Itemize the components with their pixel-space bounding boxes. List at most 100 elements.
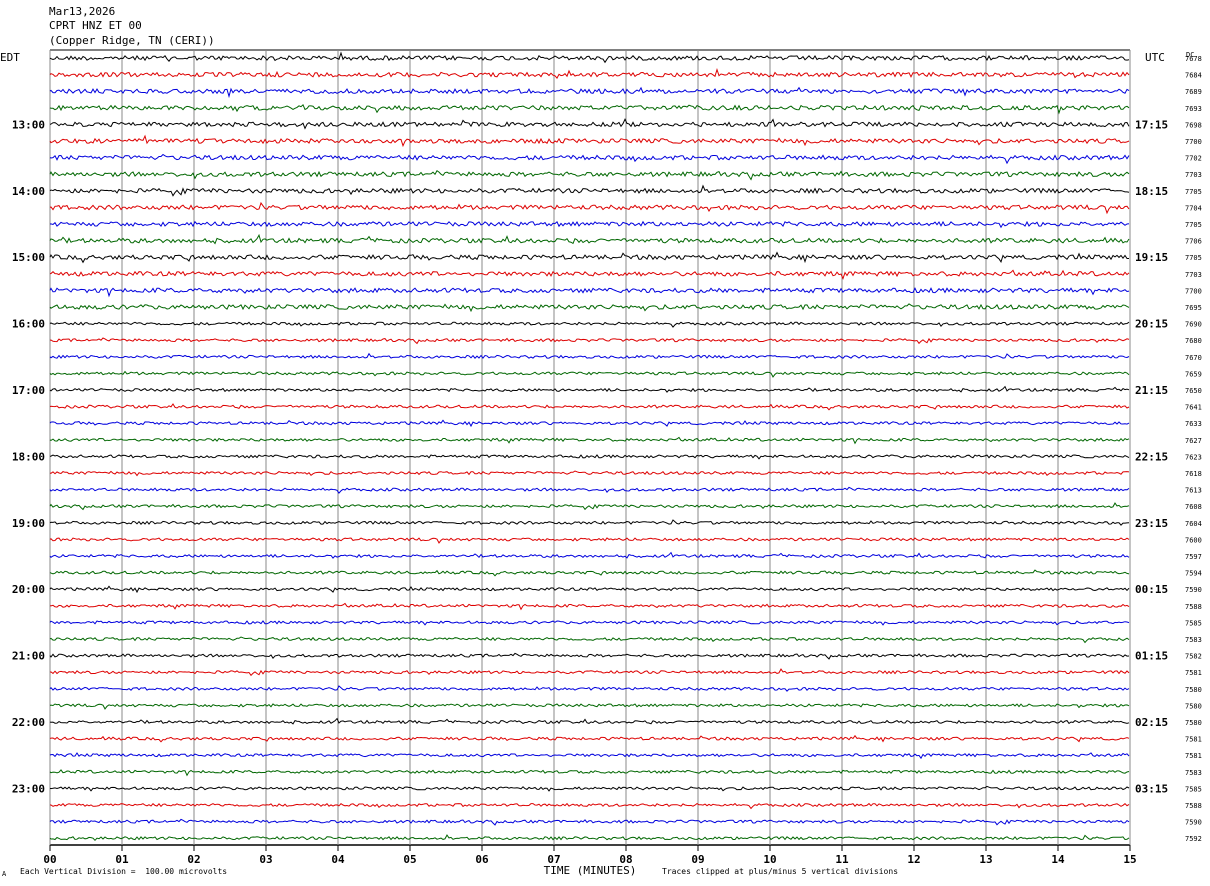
trace-line [49,551,1130,559]
trace-line [49,134,1130,148]
dc-offset-label: 7590 [1185,586,1202,594]
dc-offset-label: 7704 [1185,204,1202,212]
trace-line [49,703,1130,710]
trace-line [49,51,1130,64]
dc-offset-label: 7581 [1185,669,1202,677]
dc-offset-label: 7706 [1185,238,1202,246]
dc-offset-label: 7585 [1185,785,1202,793]
dc-offset-label: 7588 [1185,603,1202,611]
trace-line [49,303,1130,313]
trace-line [49,436,1130,445]
trace-line [49,233,1130,245]
x-tick-label: 11 [835,853,849,866]
trace-line [49,818,1130,826]
dc-offset-label: 7680 [1185,337,1202,345]
x-axis-title: TIME (MINUTES) [544,864,637,877]
edt-hour-label: 15:00 [12,251,45,264]
dc-offset-label: 7588 [1185,802,1202,810]
trace-line [49,685,1130,692]
trace-line [49,118,1130,130]
trace-line [49,734,1130,743]
dc-offset-label: 7608 [1185,503,1202,511]
trace-line [49,352,1130,359]
trace-line [49,585,1130,594]
x-tick-label: 03 [259,853,272,866]
dc-offset-label: 7700 [1185,138,1202,146]
edt-hour-label: 21:00 [12,650,45,663]
trace-line [49,519,1130,526]
trace-line [49,403,1130,411]
trace-line [49,184,1130,197]
trace-line [49,419,1130,428]
x-tick-label: 01 [115,853,129,866]
edt-hour-label: 17:00 [12,384,45,397]
edt-hour-label: 14:00 [12,185,45,198]
x-tick-label: 02 [187,853,200,866]
dc-offset-label: 7592 [1185,835,1202,843]
dc-offset-label: 7690 [1185,321,1202,329]
trace-line [49,752,1130,760]
trace-line [49,370,1130,378]
dc-offset-label: 7580 [1185,702,1202,710]
x-tick-label: 14 [1051,853,1065,866]
x-tick-label: 06 [475,853,489,866]
edt-hour-label: 19:00 [12,517,45,530]
dc-offset-label: 7623 [1185,453,1202,461]
edt-hour-label: 16:00 [12,318,45,331]
utc-hour-label: 19:15 [1135,251,1168,264]
edt-hour-label: 23:00 [12,782,45,795]
dc-offset-label: 7641 [1185,404,1202,412]
x-tick-label: 10 [763,853,776,866]
dc-offset-label: 7703 [1185,271,1202,279]
trace-line [49,785,1130,792]
dc-offset-label: 7582 [1185,653,1202,661]
dc-offset-label: 7703 [1185,171,1202,179]
x-tick-label: 04 [331,853,345,866]
trace-line [49,502,1130,511]
scale-note: Each Vertical Division = 100.00 microvol… [20,867,228,876]
utc-axis-label: UTC [1145,51,1165,64]
dc-offset-label: 7600 [1185,536,1202,544]
trace-line [49,287,1130,298]
dc-offset-label: 7580 [1185,719,1202,727]
x-tick-label: 05 [403,853,416,866]
trace-line [49,321,1130,328]
utc-hour-label: 22:15 [1135,450,1168,463]
trace-line [49,169,1130,181]
trace-line [49,470,1130,477]
edt-hour-label: 13:00 [12,118,45,131]
trace-line [49,153,1130,165]
trace-line [49,569,1130,577]
utc-hour-label: 17:15 [1135,118,1168,131]
dc-offset-label: 7597 [1185,553,1202,561]
x-tick-label: 13 [979,853,992,866]
trace-line [49,269,1130,280]
corner-mark: A [2,870,7,878]
trace-line [49,385,1130,393]
dc-offset-label: 7650 [1185,387,1202,395]
dc-offset-label: 7693 [1185,105,1202,113]
trace-line [49,486,1130,494]
edt-hour-label: 18:00 [12,450,45,463]
trace-line [49,636,1130,644]
dc-offset-label: 7670 [1185,354,1202,362]
dc-offset-label: 7583 [1185,769,1202,777]
dc-offset-label: 7659 [1185,370,1202,378]
dc-offset-label: 7633 [1185,420,1202,428]
utc-hour-label: 01:15 [1135,650,1168,663]
x-tick-label: 09 [691,853,704,866]
trace-line [49,103,1130,115]
trace-line [50,802,1130,810]
trace-line [49,86,1130,99]
trace-line [49,717,1130,725]
dc-offset-label: 7695 [1185,304,1202,312]
dc-offset-label: 7698 [1185,121,1202,129]
dc-offset-label: 7581 [1185,736,1202,744]
dc-offset-label: 7613 [1185,487,1202,495]
clip-note: Traces clipped at plus/minus 5 vertical … [662,867,899,876]
trace-line [49,668,1130,677]
dc-offset-label: 7700 [1185,287,1202,295]
x-tick-label: 00 [43,853,56,866]
trace-line [49,201,1130,215]
x-tick-label: 12 [907,853,920,866]
